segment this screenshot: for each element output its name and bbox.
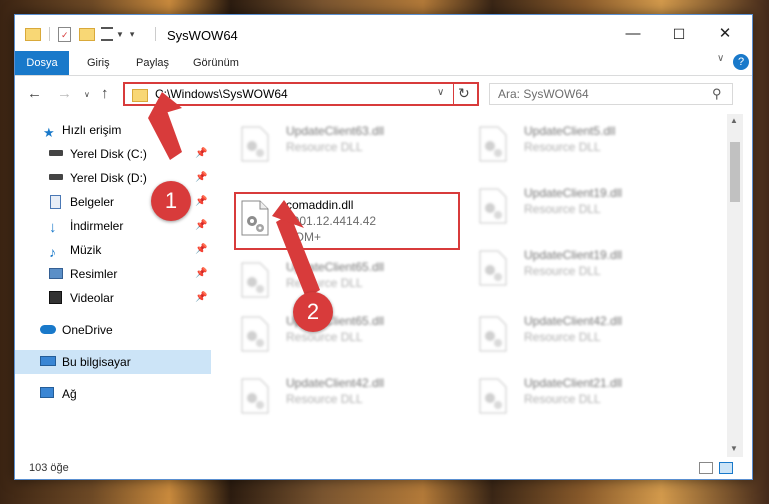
annotation-arrows (148, 92, 320, 298)
callout-arrow-2 (276, 214, 320, 298)
callout-badge-1: 1 (151, 181, 191, 221)
callout-badge-2: 2 (293, 292, 333, 332)
